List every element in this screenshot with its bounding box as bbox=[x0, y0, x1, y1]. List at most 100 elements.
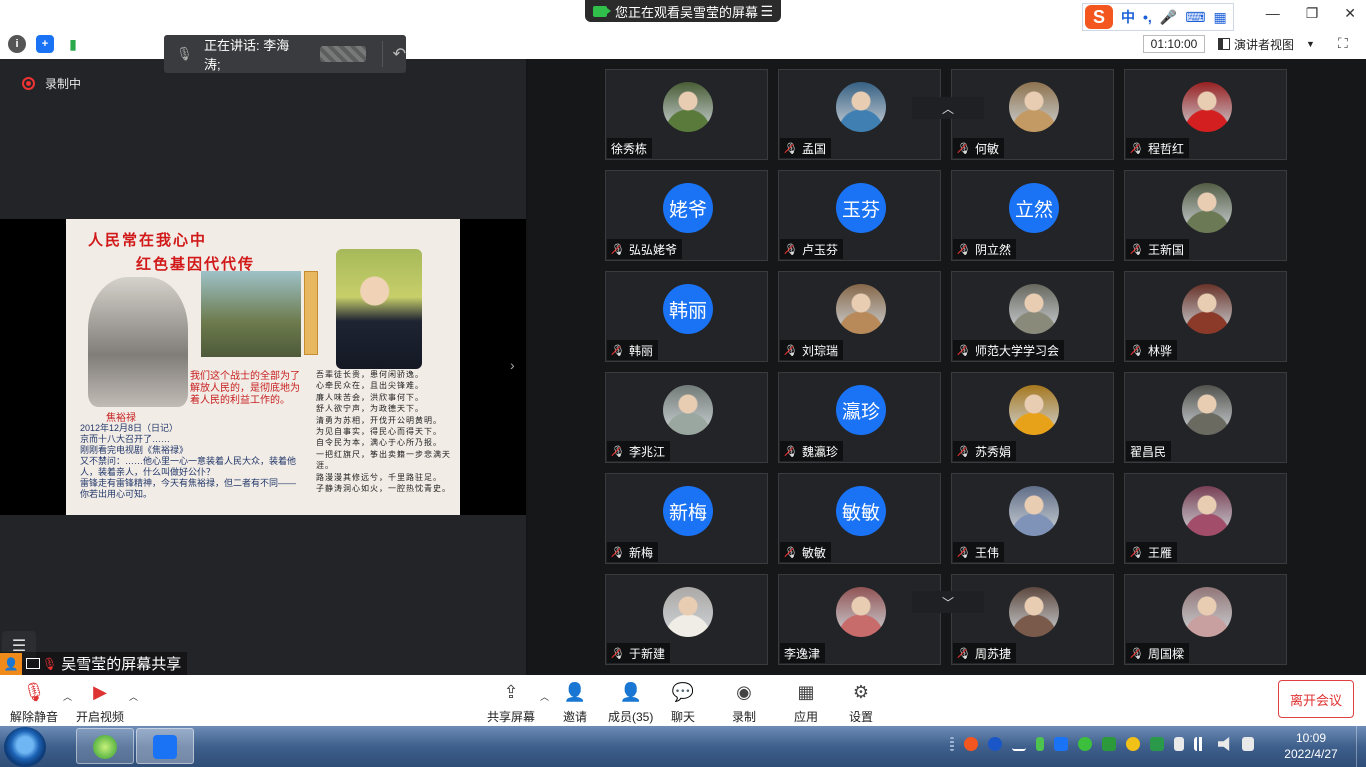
speaking-text: 正在讲话: 李海涛; bbox=[204, 38, 290, 72]
chevron-right-icon[interactable]: › bbox=[510, 357, 515, 373]
clock-time: 10:09 bbox=[1295, 731, 1327, 745]
unmute-button[interactable]: 🎙 解除静音 ︿ bbox=[10, 680, 72, 725]
members-button[interactable]: 👤 成员(35) bbox=[608, 680, 653, 725]
participant-name-tag: 🎙 周国樑 bbox=[1126, 643, 1189, 663]
participant-tile[interactable]: 🎙 李兆江 bbox=[605, 372, 768, 463]
invite-button[interactable]: 👤 邀请 bbox=[563, 680, 587, 725]
muted-mic-icon: 🎙 bbox=[611, 243, 625, 256]
record-dot-icon bbox=[22, 77, 35, 90]
taskbar-clock[interactable]: 10:09 2022/4/27 bbox=[1276, 730, 1346, 762]
ime-punct-icon[interactable]: •, bbox=[1143, 9, 1152, 25]
blurred-name bbox=[319, 46, 366, 62]
participant-tile[interactable]: 🎙 林骅 bbox=[1124, 271, 1287, 362]
participant-name: 韩丽 bbox=[628, 343, 653, 358]
banner-menu-icon[interactable]: ☰ bbox=[760, 3, 773, 20]
participant-tile[interactable]: 姥爷 🎙 弘弘姥爷 bbox=[605, 170, 768, 261]
gallery-scroll-up[interactable]: ︿ bbox=[912, 97, 984, 119]
ime-tray-icon[interactable] bbox=[1242, 737, 1254, 751]
flag-icon[interactable] bbox=[1174, 737, 1184, 751]
participant-name: 刘琮瑞 bbox=[801, 343, 838, 358]
fullscreen-icon[interactable]: ⛶ bbox=[1338, 35, 1354, 51]
taskbar-meeting-app[interactable] bbox=[136, 728, 194, 764]
presenter-view-dropdown[interactable]: 演讲者视图 ▼ bbox=[1218, 35, 1326, 53]
security-shield-icon[interactable]: + bbox=[36, 35, 54, 53]
wechat-icon[interactable] bbox=[1078, 737, 1092, 751]
start-video-button[interactable]: ▶ 开启视频 ︿ bbox=[76, 680, 138, 725]
participant-tile[interactable]: 🎙 周国樑 bbox=[1124, 574, 1287, 665]
tray-check-icon[interactable] bbox=[1102, 737, 1116, 751]
share-banner[interactable]: 您正在观看吴雪莹的屏幕 ☰ bbox=[585, 0, 781, 22]
chevron-up-icon[interactable]: ︿ bbox=[540, 690, 549, 703]
network-icon[interactable] bbox=[1194, 737, 1208, 751]
participant-tile[interactable]: 🎙 师范大学学习会 bbox=[951, 271, 1114, 362]
settings-button[interactable]: ⚙ 设置 bbox=[849, 680, 873, 725]
security-tray-icon[interactable] bbox=[1150, 737, 1164, 751]
taskbar-browser[interactable] bbox=[76, 728, 134, 764]
tray-plus-icon[interactable] bbox=[1126, 737, 1140, 751]
ime-apps-icon[interactable]: ▦ bbox=[1213, 9, 1226, 26]
record-button[interactable]: ◉ 录制 bbox=[732, 680, 756, 725]
muted-mic-icon: 🎙 bbox=[1130, 142, 1144, 155]
ime-toolbar[interactable]: S 中 •, 🎤 ⌨ ▦ bbox=[1082, 3, 1234, 31]
participant-name-tag: 🎙 李兆江 bbox=[607, 441, 670, 461]
participant-tile[interactable]: 翟昌民 bbox=[1124, 372, 1287, 463]
sogou-tray-icon[interactable] bbox=[964, 737, 978, 751]
ime-keyboard-icon[interactable]: ⌨ bbox=[1185, 9, 1205, 26]
share-screen-button[interactable]: ⇪ 共享屏幕 ︿ bbox=[487, 680, 549, 725]
undo-arrow-icon[interactable]: ↶ bbox=[393, 44, 406, 64]
leave-meeting-button[interactable]: 离开会议 bbox=[1278, 680, 1354, 718]
participant-tile[interactable]: 🎙 于新建 bbox=[605, 574, 768, 665]
participant-name-tag: 🎙 卢玉芬 bbox=[780, 239, 843, 259]
avatar bbox=[1009, 284, 1059, 334]
sogou-logo-icon[interactable]: S bbox=[1085, 5, 1113, 29]
avatar bbox=[1182, 587, 1232, 637]
muted-mic-icon: 🎙 bbox=[957, 243, 971, 256]
participant-tile[interactable]: 徐秀栋 bbox=[605, 69, 768, 160]
settings-label: 设置 bbox=[849, 710, 874, 724]
participant-tile[interactable]: 立然 🎙 阴立然 bbox=[951, 170, 1114, 261]
avatar bbox=[836, 284, 886, 334]
muted-mic-icon: 🎙 bbox=[784, 344, 798, 357]
muted-mic-icon: 🎙 bbox=[784, 142, 798, 155]
unmute-label: 解除静音 bbox=[10, 710, 59, 724]
help-icon[interactable] bbox=[988, 737, 1002, 751]
participant-tile[interactable]: 🎙 王雁 bbox=[1124, 473, 1287, 564]
ime-mic-icon[interactable]: 🎤 bbox=[1160, 9, 1177, 26]
participant-name: 林骅 bbox=[1147, 343, 1172, 358]
volume-icon[interactable] bbox=[1218, 737, 1230, 751]
recording-label: 录制中 bbox=[45, 77, 82, 91]
meeting-tray-icon[interactable] bbox=[1054, 737, 1068, 751]
ime-language[interactable]: 中 bbox=[1121, 7, 1135, 27]
participant-tile[interactable]: 瀛珍 🎙 魏瀛珍 bbox=[778, 372, 941, 463]
minimize-icon[interactable]: — bbox=[1266, 5, 1280, 22]
participant-tile[interactable]: 新梅 🎙 新梅 bbox=[605, 473, 768, 564]
start-button[interactable] bbox=[4, 727, 46, 767]
recording-indicator[interactable]: 录制中 bbox=[22, 75, 81, 92]
chat-button[interactable]: 💬 聊天 bbox=[671, 680, 695, 725]
participant-tile[interactable]: 🎙 周苏捷 bbox=[951, 574, 1114, 665]
gallery-scroll-down[interactable]: ﹀ bbox=[912, 591, 984, 613]
tray-arrow-icon[interactable] bbox=[1012, 737, 1026, 751]
participant-tile[interactable]: 🎙 刘琮瑞 bbox=[778, 271, 941, 362]
chevron-up-icon[interactable]: ︿ bbox=[63, 690, 72, 703]
chevron-up-icon[interactable]: ︿ bbox=[129, 690, 138, 703]
signal-bars-icon[interactable]: ▮ bbox=[64, 35, 82, 53]
share-screen-icon: ⇪ bbox=[503, 681, 519, 702]
participant-tile[interactable]: 🎙 王伟 bbox=[951, 473, 1114, 564]
battery-icon[interactable] bbox=[1036, 737, 1044, 751]
avatar: 瀛珍 bbox=[836, 385, 886, 435]
participant-tile[interactable]: 敏敏 🎙 敏敏 bbox=[778, 473, 941, 564]
record-icon: ◉ bbox=[736, 681, 752, 702]
participant-tile[interactable]: 玉芬 🎙 卢玉芬 bbox=[778, 170, 941, 261]
participant-tile[interactable]: 🎙 苏秀娟 bbox=[951, 372, 1114, 463]
participant-tile[interactable]: 🎙 程哲红 bbox=[1124, 69, 1287, 160]
participant-tile[interactable]: 李逸津 bbox=[778, 574, 941, 665]
close-icon[interactable]: ✕ bbox=[1344, 5, 1356, 22]
info-icon[interactable]: i bbox=[8, 35, 26, 53]
participant-tile[interactable]: 韩丽 🎙 韩丽 bbox=[605, 271, 768, 362]
gallery-pane: 徐秀栋 🎙 孟国 🎙 何敏 🎙 程哲红 姥爷 🎙 弘弘姥爷 玉芬 🎙 卢玉芬 立然 🎙 阴立然 🎙 王新国 韩丽 🎙 韩… bbox=[528, 59, 1366, 675]
apps-button[interactable]: ▦ 应用 bbox=[794, 680, 818, 725]
participant-tile[interactable]: 🎙 王新国 bbox=[1124, 170, 1287, 261]
show-desktop-button[interactable] bbox=[1356, 726, 1366, 767]
restore-icon[interactable]: ❐ bbox=[1306, 5, 1319, 22]
